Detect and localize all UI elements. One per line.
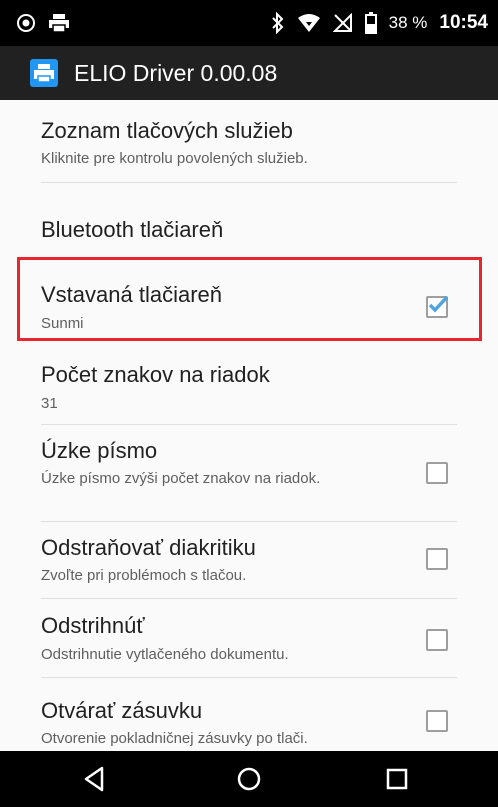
setting-summary: Zvoľte pri problémoch s tlačou. <box>41 567 247 584</box>
highlight-box <box>17 257 482 341</box>
setting-summary: Kliknite pre kontrolu povolených služieb… <box>41 150 308 167</box>
setting-remove-diacritics[interactable]: Odstraňovať diakritiku Zvoľte pri problé… <box>0 522 498 598</box>
setting-summary: Otvorenie pokladničnej zásuvky po tlači. <box>41 730 308 747</box>
recents-icon[interactable] <box>383 765 411 793</box>
setting-title: Zoznam tlačových služieb <box>41 118 293 143</box>
setting-summary: Odstrihnutie vytlačeného dokumentu. <box>41 646 289 663</box>
status-bar: 38 % 10:54 <box>0 0 498 46</box>
home-icon[interactable] <box>235 765 263 793</box>
open-drawer-checkbox[interactable] <box>426 710 448 732</box>
back-icon[interactable] <box>80 765 108 793</box>
setting-title: Bluetooth tlačiareň <box>41 217 224 242</box>
printer-icon <box>30 59 58 87</box>
cut-paper-checkbox[interactable] <box>426 629 448 651</box>
setting-title: Odstraňovať diakritiku <box>41 535 256 560</box>
wifi-icon <box>297 14 320 32</box>
setting-cut-paper[interactable]: Odstrihnúť Odstrihnutie vytlačeného doku… <box>0 599 498 675</box>
setting-bluetooth-printer[interactable]: Bluetooth tlačiareň <box>0 183 498 259</box>
setting-open-drawer[interactable]: Otvárať zásuvku Otvorenie pokladničnej z… <box>0 678 498 751</box>
notification-icon <box>17 14 35 32</box>
print-icon <box>49 14 69 33</box>
no-signal-icon <box>332 13 352 32</box>
setting-title: Otvárať zásuvku <box>41 698 203 723</box>
navigation-bar <box>0 751 498 807</box>
setting-print-services[interactable]: Zoznam tlačových služieb Kliknite pre ko… <box>0 100 498 182</box>
setting-title: Počet znakov na riadok <box>41 362 270 387</box>
app-bar: ELIO Driver 0.00.08 <box>0 46 498 100</box>
setting-summary: 31 <box>41 395 58 412</box>
app-title: ELIO Driver 0.00.08 <box>74 60 278 86</box>
battery-percent: 38 % <box>388 13 428 32</box>
narrow-font-checkbox[interactable] <box>426 462 448 484</box>
bluetooth-icon <box>271 12 284 34</box>
setting-title: Odstrihnúť <box>41 613 145 638</box>
remove-diacritics-checkbox[interactable] <box>426 548 448 570</box>
clock: 10:54 <box>439 12 488 33</box>
setting-summary: Úzke písmo zvýši počet znakov na riadok. <box>41 470 321 487</box>
setting-narrow-font[interactable]: Úzke písmo Úzke písmo zvýši počet znakov… <box>0 425 498 521</box>
battery-icon <box>364 12 377 34</box>
setting-title: Úzke písmo <box>41 438 158 463</box>
setting-chars-per-line[interactable]: Počet znakov na riadok 31 <box>0 345 498 423</box>
